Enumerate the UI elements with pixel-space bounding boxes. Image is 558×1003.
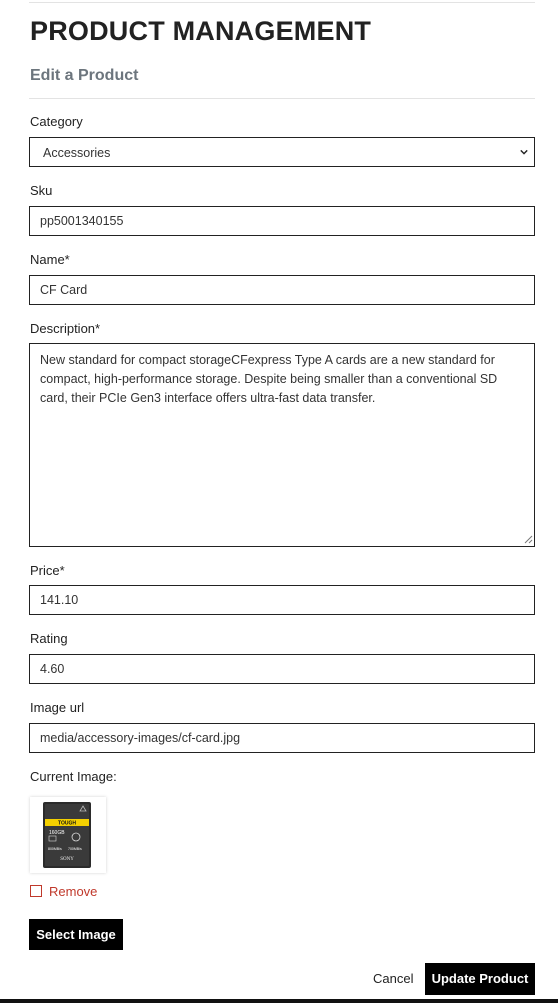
subtitle-divider xyxy=(29,98,535,99)
top-divider xyxy=(29,2,535,3)
bottom-border xyxy=(0,999,558,1003)
remove-checkbox[interactable] xyxy=(30,885,42,897)
sku-label: Sku xyxy=(30,183,53,198)
name-label: Name* xyxy=(30,252,70,267)
description-textarea[interactable]: New standard for compact storageCFexpres… xyxy=(29,343,535,547)
select-image-button[interactable]: Select Image xyxy=(29,919,123,950)
remove-image-row[interactable]: Remove xyxy=(30,883,98,899)
svg-text:700MB/s: 700MB/s xyxy=(68,847,82,851)
current-image-label: Current Image: xyxy=(30,769,117,784)
description-label: Description* xyxy=(30,321,101,336)
page-subtitle: Edit a Product xyxy=(30,67,139,84)
svg-text:SONY: SONY xyxy=(60,857,74,862)
rating-label: Rating xyxy=(30,631,68,646)
current-image-thumbnail: TOUGH 160GB 800MB/s 700MB/s SONY xyxy=(30,797,106,873)
price-label: Price* xyxy=(30,563,65,578)
remove-label: Remove xyxy=(49,883,98,899)
image-url-label: Image url xyxy=(30,700,85,715)
name-input[interactable] xyxy=(29,275,535,305)
category-selected-value: Accessories xyxy=(43,146,111,160)
cancel-link[interactable]: Cancel xyxy=(373,971,413,986)
page-title: PRODUCT MANAGEMENT xyxy=(30,16,372,46)
category-label: Category xyxy=(30,114,83,129)
cf-card-image: TOUGH 160GB 800MB/s 700MB/s SONY xyxy=(43,802,91,868)
svg-text:TOUGH: TOUGH xyxy=(58,821,76,827)
price-input[interactable] xyxy=(29,585,535,615)
svg-text:160GB: 160GB xyxy=(49,830,65,836)
category-select[interactable]: Accessories xyxy=(29,137,535,167)
rating-input[interactable] xyxy=(29,654,535,684)
svg-text:800MB/s: 800MB/s xyxy=(48,847,62,851)
resize-grip-icon[interactable] xyxy=(524,535,533,544)
image-url-input[interactable] xyxy=(29,723,535,753)
chevron-down-icon xyxy=(520,149,528,155)
update-product-button[interactable]: Update Product xyxy=(425,963,535,995)
sku-input[interactable] xyxy=(29,206,535,236)
